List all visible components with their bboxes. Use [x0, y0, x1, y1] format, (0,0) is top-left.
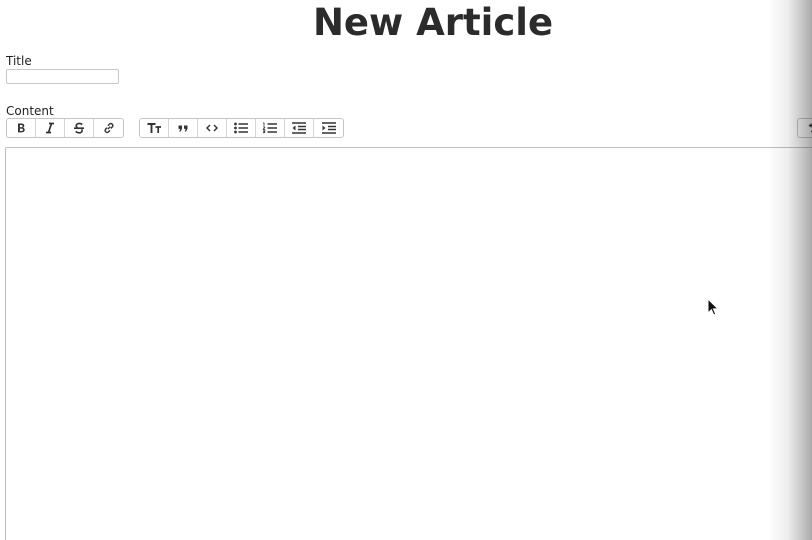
content-label: Content: [6, 104, 54, 118]
undo-icon: [808, 123, 812, 133]
increase-indent-button[interactable]: [314, 119, 343, 137]
decrease-indent-button[interactable]: [285, 119, 314, 137]
quote-button[interactable]: [169, 119, 198, 137]
block-formatting-toolbar: [139, 118, 344, 138]
code-icon: [206, 124, 218, 132]
indent-icon: [321, 122, 336, 134]
link-button[interactable]: [94, 119, 123, 137]
numbered-list-icon: [262, 122, 277, 134]
bold-button[interactable]: [7, 119, 36, 137]
text-formatting-toolbar: [6, 118, 124, 138]
page-title: New Article: [312, 1, 554, 44]
history-toolbar: [797, 118, 812, 138]
bullet-list-button[interactable]: [227, 119, 256, 137]
content-editor[interactable]: [5, 147, 812, 540]
outdent-icon: [292, 122, 306, 134]
italic-icon: [46, 122, 54, 134]
strikethrough-icon: [74, 122, 84, 134]
strikethrough-button[interactable]: [65, 119, 94, 137]
title-input[interactable]: [6, 69, 119, 84]
numbered-list-button[interactable]: [256, 119, 285, 137]
bold-icon: [18, 123, 25, 133]
undo-button[interactable]: [798, 119, 812, 137]
quote-icon: [178, 125, 188, 132]
heading-button[interactable]: [140, 119, 169, 137]
italic-button[interactable]: [36, 119, 65, 137]
bullet-list-icon: [234, 122, 248, 134]
link-icon: [104, 122, 113, 134]
heading-icon: [147, 123, 161, 133]
code-button[interactable]: [198, 119, 227, 137]
title-label: Title: [6, 54, 32, 68]
